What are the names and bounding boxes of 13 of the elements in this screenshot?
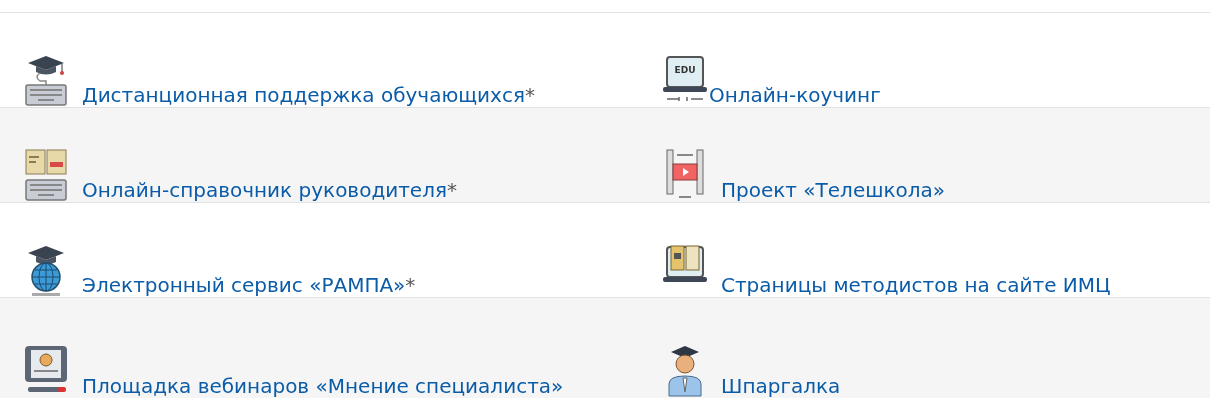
link[interactable]: Шпаргалка xyxy=(721,376,841,396)
book-icon xyxy=(22,148,70,202)
keyboard-icon xyxy=(22,53,70,107)
link[interactable]: Онлайн-коучинг xyxy=(709,85,881,105)
link[interactable]: Проект «Телешкола» xyxy=(721,180,946,200)
asterisk: * xyxy=(447,180,457,200)
asterisk: * xyxy=(405,275,416,295)
link[interactable]: Электронный сервис «РАМПА» xyxy=(82,275,406,295)
link[interactable]: Дистанционная поддержка обучающихся xyxy=(82,85,525,105)
link[interactable]: Онлайн-справочник руководителя xyxy=(82,180,447,200)
asterisk: * xyxy=(524,85,535,105)
link[interactable]: Страницы методистов на сайте ИМЦ xyxy=(721,275,1111,295)
link[interactable]: Площадка вебинаров «Мнение специалиста» xyxy=(82,376,564,396)
